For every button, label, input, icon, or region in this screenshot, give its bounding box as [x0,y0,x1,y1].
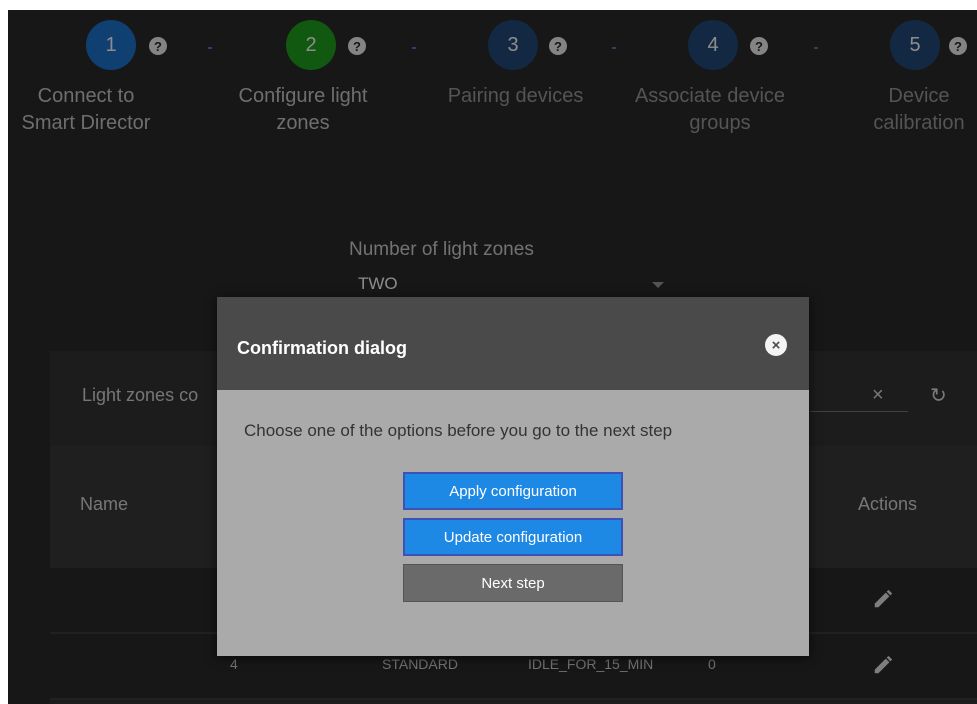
dialog-message: Choose one of the options before you go … [244,421,673,440]
dialog-header: Confirmation dialog × [217,297,809,390]
next-step-button[interactable]: Next step [403,564,623,602]
close-icon[interactable]: × [765,334,787,356]
confirmation-dialog: Confirmation dialog × Choose one of the … [217,297,809,656]
update-configuration-button[interactable]: Update configuration [403,518,623,556]
apply-configuration-button[interactable]: Apply configuration [403,472,623,510]
dialog-title: Confirmation dialog [237,338,407,358]
close-glyph: × [771,336,781,354]
